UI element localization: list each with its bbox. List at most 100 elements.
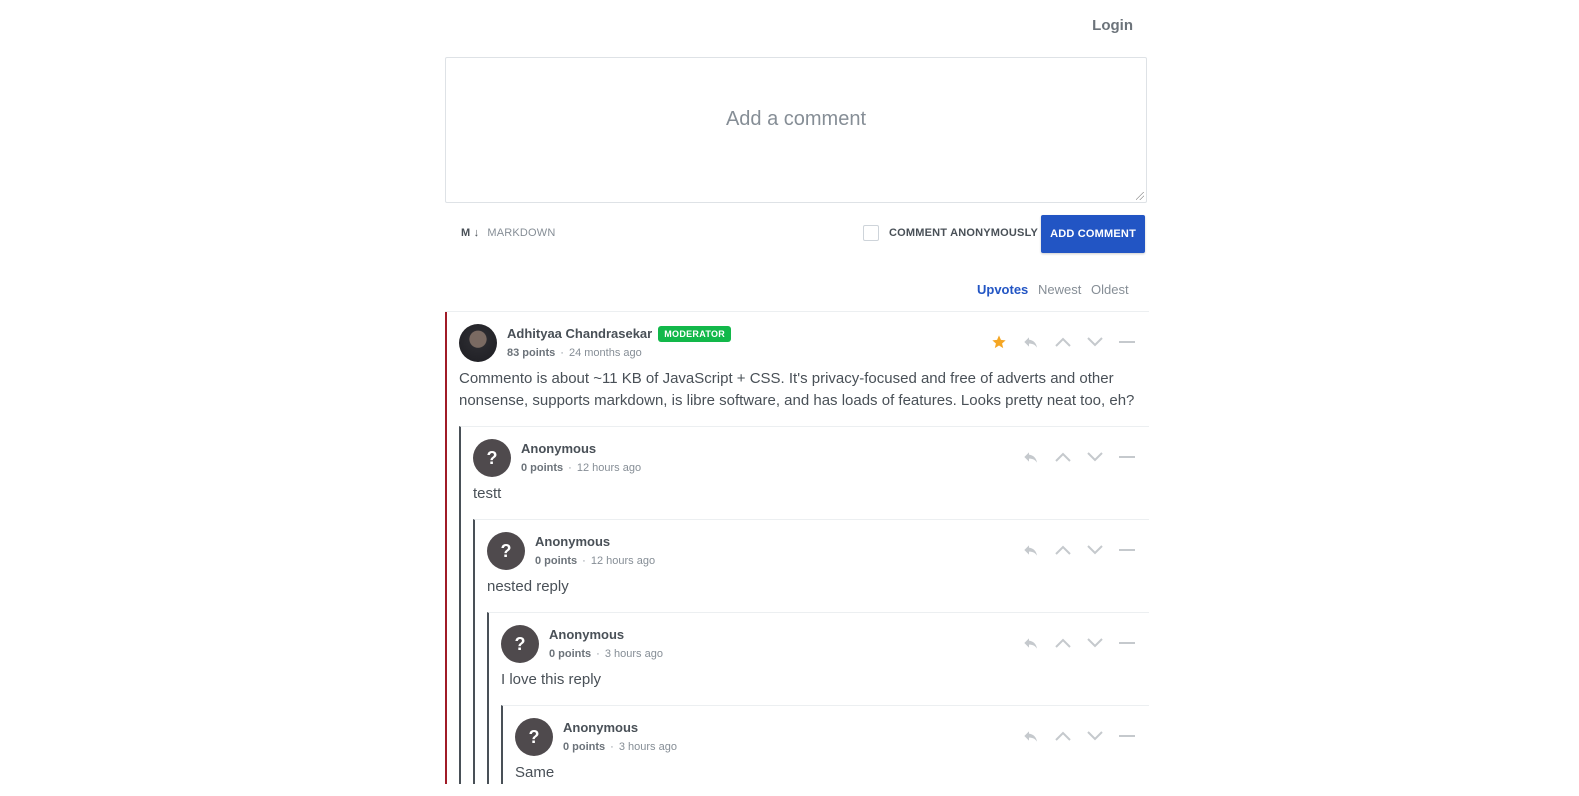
comment-meta: 83 points · 24 months ago (507, 347, 642, 359)
comment-replies: ? Anonymous 0 points · 12 hours ago nested re… (473, 519, 1149, 784)
sort-options: Upvotes Newest Oldest (445, 263, 1149, 312)
comment-card: ? Anonymous 0 points · 12 hours ago nested re… (473, 519, 1149, 784)
author-name: Anonymous (521, 441, 596, 456)
score: 0 points (535, 555, 578, 567)
comment-meta: 0 points · 12 hours ago (521, 462, 641, 474)
anonymous-checkbox[interactable] (863, 225, 879, 241)
upvote-icon[interactable] (1047, 540, 1079, 560)
score: 0 points (563, 741, 606, 753)
resize-handle-icon[interactable] (1136, 192, 1144, 200)
timestamp: 24 months ago (568, 347, 642, 359)
downvote-icon[interactable] (1079, 332, 1111, 352)
comment-body: Same (515, 764, 555, 781)
upvote-icon[interactable] (1047, 633, 1079, 653)
comment-card: ? Anonymous 0 points · 12 hours ago testt? Ano… (459, 426, 1149, 784)
comment-actions (1015, 447, 1143, 467)
comment-header: ? Anonymous 0 points · 3 hours ago (489, 613, 1149, 669)
comment-replies: ? Anonymous 0 points · 3 hours ago I love thi… (487, 612, 1149, 784)
meta-separator: · (610, 741, 614, 753)
downvote-icon[interactable] (1079, 726, 1111, 746)
comment-meta: 0 points · 12 hours ago (535, 555, 655, 567)
avatar: ? (487, 532, 525, 570)
meta-separator: · (596, 648, 600, 660)
collapse-icon[interactable] (1111, 633, 1143, 653)
timestamp: 12 hours ago (590, 555, 656, 567)
downvote-icon[interactable] (1079, 633, 1111, 653)
upvote-icon[interactable] (1047, 726, 1079, 746)
reply-icon[interactable] (1015, 540, 1047, 560)
author-name: Anonymous (563, 720, 638, 735)
score: 83 points (507, 347, 556, 359)
avatar: ? (473, 439, 511, 477)
comment-thread: Adhityaa Chandrasekar MODERATOR 83 points ·… (445, 312, 1149, 784)
login-link[interactable]: Login (1092, 17, 1133, 34)
comment-card: Adhityaa Chandrasekar MODERATOR 83 points ·… (445, 312, 1149, 784)
comment-textarea[interactable]: Add a comment (445, 57, 1147, 203)
compose-bar: M ↓ MARKDOWN COMMENT ANONYMOUSLY ADD COMM… (445, 203, 1149, 263)
reply-icon[interactable] (1015, 726, 1047, 746)
reply-icon[interactable] (1015, 332, 1047, 352)
anonymous-toggle[interactable]: COMMENT ANONYMOUSLY (863, 225, 1038, 241)
collapse-icon[interactable] (1111, 540, 1143, 560)
score: 0 points (521, 462, 564, 474)
comment-replies: ? Anonymous 0 points · 3 hours ago Same (501, 705, 1149, 784)
comment-card: ? Anonymous 0 points · 3 hours ago I love thi… (487, 612, 1149, 784)
moderator-badge: MODERATOR (658, 326, 732, 342)
sort-newest[interactable]: Newest (1038, 282, 1081, 297)
author-name-text: Anonymous (563, 720, 639, 735)
comment-header: ? Anonymous 0 points · 12 hours ago (461, 427, 1149, 483)
author-name: Adhityaa Chandrasekar MODERATOR (507, 326, 732, 342)
author-name: Anonymous (549, 627, 624, 642)
author-name-text: Anonymous (535, 534, 611, 549)
score: 0 points (549, 648, 592, 660)
comment-meta: 0 points · 3 hours ago (549, 648, 663, 660)
comment-body: testt (473, 485, 502, 502)
author-name: Anonymous (535, 534, 610, 549)
markdown-help[interactable]: M ↓ MARKDOWN (461, 227, 556, 239)
collapse-icon[interactable] (1111, 726, 1143, 746)
sort-oldest[interactable]: Oldest (1091, 282, 1129, 297)
author-name-text: Adhityaa Chandrasekar (507, 326, 653, 341)
downvote-icon[interactable] (1079, 447, 1111, 467)
comment-actions (983, 332, 1143, 352)
reply-icon[interactable] (1015, 633, 1047, 653)
comment-card: ? Anonymous 0 points · 3 hours ago Same (501, 705, 1149, 784)
top-bar: Login (445, 0, 1149, 57)
upvote-icon[interactable] (1047, 332, 1079, 352)
author-name-text: Anonymous (521, 441, 597, 456)
markdown-label: MARKDOWN (487, 227, 556, 239)
collapse-icon[interactable] (1111, 332, 1143, 352)
star-icon[interactable] (983, 332, 1015, 352)
comment-actions (1015, 633, 1143, 653)
add-comment-button[interactable]: ADD COMMENT (1041, 215, 1145, 253)
comment-actions (1015, 540, 1143, 560)
comment-placeholder: Add a comment (725, 108, 867, 130)
meta-separator: · (568, 462, 572, 474)
meta-separator: · (560, 347, 564, 359)
timestamp: 12 hours ago (576, 462, 642, 474)
avatar: ? (515, 718, 553, 756)
sort-upvotes[interactable]: Upvotes (977, 282, 1028, 297)
comment-replies: ? Anonymous 0 points · 12 hours ago testt? Ano… (459, 426, 1149, 784)
author-name-text: Anonymous (549, 627, 625, 642)
reply-icon[interactable] (1015, 447, 1047, 467)
timestamp: 3 hours ago (604, 648, 663, 660)
comment-actions (1015, 726, 1143, 746)
meta-separator: · (582, 555, 586, 567)
comment-body: Commento is about ~11 KB of JavaScript +… (459, 370, 1135, 409)
comment-header: ? Anonymous 0 points · 3 hours ago (503, 706, 1149, 762)
markdown-icon: M ↓ (461, 227, 480, 239)
comment-body: I love this reply (501, 671, 602, 688)
upvote-icon[interactable] (1047, 447, 1079, 467)
comment-meta: 0 points · 3 hours ago (563, 741, 677, 753)
comment-header: Adhityaa Chandrasekar MODERATOR 83 points ·… (447, 312, 1149, 368)
comment-body: nested reply (487, 578, 569, 595)
avatar (459, 324, 497, 362)
comments-widget: Login Add a comment M ↓ MARKDOWN COMMENT … (445, 0, 1149, 784)
comment-header: ? Anonymous 0 points · 12 hours ago (475, 520, 1149, 576)
downvote-icon[interactable] (1079, 540, 1111, 560)
anonymous-label: COMMENT ANONYMOUSLY (889, 227, 1039, 239)
timestamp: 3 hours ago (618, 741, 677, 753)
collapse-icon[interactable] (1111, 447, 1143, 467)
avatar: ? (501, 625, 539, 663)
